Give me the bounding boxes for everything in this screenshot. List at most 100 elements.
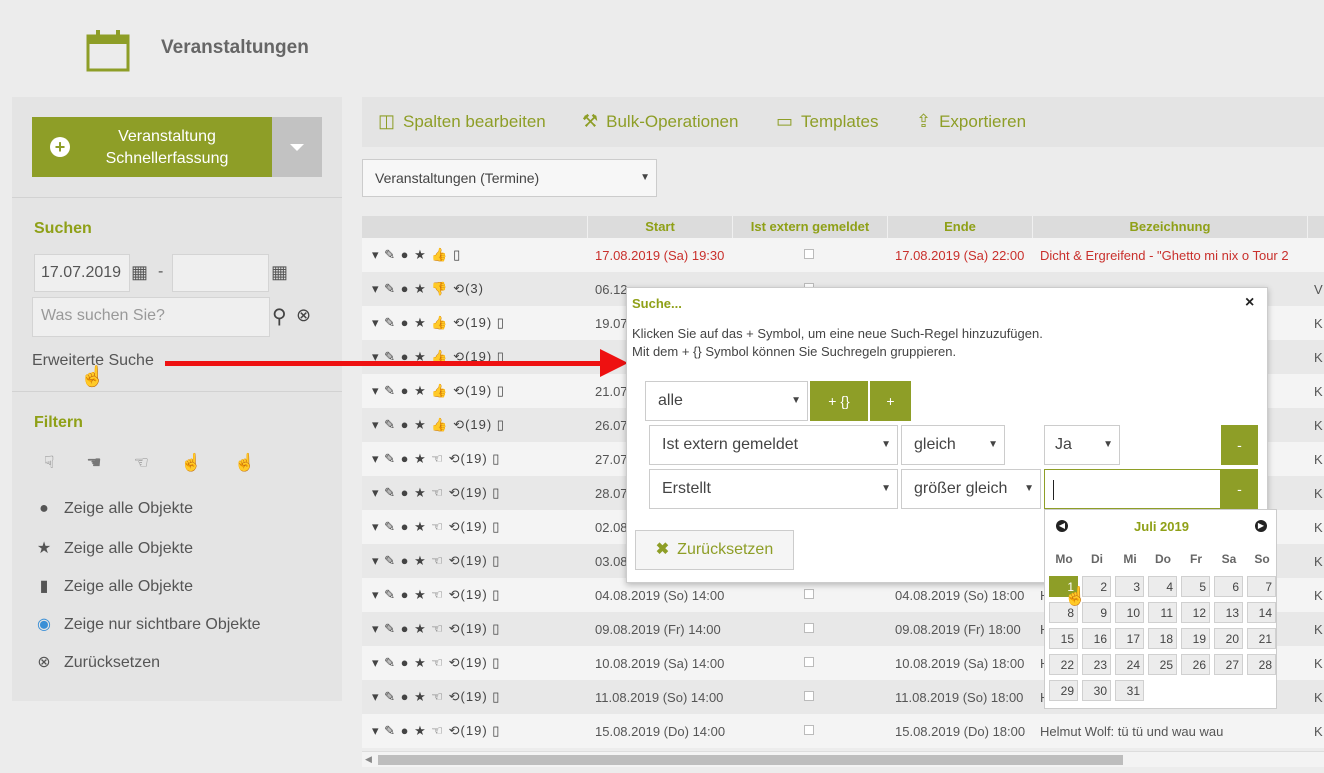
external-checkbox[interactable] — [804, 589, 814, 599]
calendar-day[interactable]: 24 — [1115, 654, 1144, 675]
rule-value-select[interactable]: Ja ▼ — [1044, 425, 1120, 465]
search-icon[interactable]: ⚲ — [272, 304, 287, 329]
calendar-day[interactable]: 19 — [1181, 628, 1210, 649]
quick-add-dropdown-button[interactable] — [272, 117, 322, 177]
calendar-day[interactable]: 15 — [1049, 628, 1078, 649]
hand-left-icon[interactable]: ☚ — [86, 453, 133, 472]
rule-operator-value: gleich — [914, 436, 956, 453]
clear-circle-icon[interactable]: ⊗ — [296, 305, 311, 326]
hand-up-icon[interactable]: ☝ — [181, 453, 234, 472]
row-action-icons[interactable]: ▾ ✎ ● ★ ☜ ⟲(19) ▯ — [372, 655, 500, 671]
calendar-small-icon[interactable]: ▦ — [131, 262, 148, 283]
calendar-day[interactable]: 10 — [1115, 602, 1144, 623]
next-month-icon[interactable]: ▶ — [1255, 520, 1267, 532]
calendar-day[interactable]: 4 — [1148, 576, 1177, 597]
row-action-icons[interactable]: ▾ ✎ ● ★ 👍 ⟲(19) ▯ — [372, 383, 505, 399]
hand-point-icon[interactable]: ☜ — [134, 453, 181, 472]
calendar-day[interactable]: 22 — [1049, 654, 1078, 675]
calendar-day[interactable]: 18 — [1148, 628, 1177, 649]
rating-filter-icons[interactable]: ☟☚☜☝☝ — [44, 453, 287, 473]
calendar-day[interactable]: 14 — [1247, 602, 1276, 623]
close-icon[interactable]: × — [1245, 294, 1254, 312]
cell-extra: K — [1314, 486, 1323, 501]
table-row[interactable]: ▾ ✎ ● ★ ☜ ⟲(19) ▯ 15.08.2019 (Do) 14:00 15… — [362, 714, 1324, 748]
column-header-start[interactable]: Start — [587, 216, 732, 238]
search-input[interactable]: Was suchen Sie? — [32, 297, 270, 337]
row-action-icons[interactable]: ▾ ✎ ● ★ ☜ ⟲(19) ▯ — [372, 723, 500, 739]
filter-visible[interactable]: ◉ Zeige nur sichtbare Objekte — [34, 614, 261, 634]
templates-button[interactable]: ▭ Templates — [776, 111, 879, 132]
scroll-left-icon[interactable]: ◀ — [365, 754, 372, 765]
view-select[interactable]: Veranstaltungen (Termine) ▼ — [362, 159, 657, 197]
calendar-day[interactable]: 11 — [1148, 602, 1177, 623]
row-action-icons[interactable]: ▾ ✎ ● ★ ☜ ⟲(19) ▯ — [372, 485, 500, 501]
rule-field-select[interactable]: Erstellt ▼ — [649, 469, 898, 509]
row-action-icons[interactable]: ▾ ✎ ● ★ 👎 ⟲(3) — [372, 281, 484, 297]
add-group-button[interactable]: + {} — [810, 381, 868, 421]
calendar-day[interactable]: 26 — [1181, 654, 1210, 675]
row-action-icons[interactable]: ▾ ✎ ● ★ ☜ ⟲(19) ▯ — [372, 587, 500, 603]
external-checkbox[interactable] — [804, 691, 814, 701]
row-action-icons[interactable]: ▾ ✎ ● ★ ☜ ⟲(19) ▯ — [372, 621, 500, 637]
reset-button[interactable]: ✖ Zurücksetzen — [635, 530, 794, 570]
filter-reset[interactable]: ⊗ Zurücksetzen — [34, 652, 160, 672]
rule-date-input[interactable] — [1044, 469, 1221, 509]
calendar-day[interactable]: 20 — [1214, 628, 1243, 649]
remove-rule-button[interactable]: - — [1221, 469, 1258, 509]
scrollbar-thumb[interactable] — [378, 755, 1123, 765]
calendar-day[interactable]: 31 — [1115, 680, 1144, 701]
calendar-day[interactable]: 28 — [1247, 654, 1276, 675]
calendar-day[interactable]: 30 — [1082, 680, 1111, 701]
row-action-icons[interactable]: ▾ ✎ ● ★ 👍 ▯ — [372, 247, 461, 263]
calendar-day[interactable]: 12 — [1181, 602, 1210, 623]
calendar-day[interactable]: 13 — [1214, 602, 1243, 623]
thumb-down-icon[interactable]: ☟ — [44, 453, 86, 472]
calendar-day[interactable]: 27 — [1214, 654, 1243, 675]
calendar-day[interactable]: 7 — [1247, 576, 1276, 597]
calendar-day[interactable]: 17 — [1115, 628, 1144, 649]
calendar-day[interactable]: 16 — [1082, 628, 1111, 649]
export-button[interactable]: ⇪ Exportieren — [916, 111, 1026, 132]
rule-field-select[interactable]: Ist extern gemeldet ▼ — [649, 425, 898, 465]
row-action-icons[interactable]: ▾ ✎ ● ★ ☜ ⟲(19) ▯ — [372, 451, 500, 467]
row-action-icons[interactable]: ▾ ✎ ● ★ ☜ ⟲(19) ▯ — [372, 519, 500, 535]
quick-add-button[interactable]: + Veranstaltung Schnellerfassung — [32, 117, 272, 177]
thumb-up-icon[interactable]: ☝ — [234, 453, 287, 472]
external-checkbox[interactable] — [804, 725, 814, 735]
calendar-day[interactable]: 3 — [1115, 576, 1144, 597]
date-from-input[interactable]: 17.07.2019 — [34, 254, 130, 292]
row-action-icons[interactable]: ▾ ✎ ● ★ ☜ ⟲(19) ▯ — [372, 553, 500, 569]
reset-icon: ⊗ — [37, 654, 51, 671]
calendar-small-icon[interactable]: ▦ — [271, 262, 288, 283]
remove-rule-button[interactable]: - — [1221, 425, 1258, 465]
bulk-operations-button[interactable]: ⚒ Bulk-Operationen — [582, 111, 738, 132]
calendar-day[interactable]: 29 — [1049, 680, 1078, 701]
column-header-end[interactable]: Ende — [887, 216, 1032, 238]
calendar-icon — [86, 28, 130, 72]
external-checkbox[interactable] — [804, 623, 814, 633]
edit-columns-button[interactable]: ◫ Spalten bearbeiten — [378, 111, 546, 132]
rule-operator-select[interactable]: gleich ▼ — [901, 425, 1005, 465]
table-row[interactable]: ▾ ✎ ● ★ 👍 ▯ 17.08.2019 (Sa) 19:30 17.08.20… — [362, 238, 1324, 272]
calendar-day[interactable]: 25 — [1148, 654, 1177, 675]
rule-operator-select[interactable]: größer gleich ▼ — [901, 469, 1041, 509]
calendar-day[interactable]: 6 — [1214, 576, 1243, 597]
date-picker: ◀ Juli 2019 ▶ Mo Di Mi Do Fr Sa So 1 2 3 4 5 6 7 8 9 10 1… — [1044, 509, 1277, 709]
column-header-name[interactable]: Bezeichnung — [1032, 216, 1307, 238]
group-condition-select[interactable]: alle ▼ — [645, 381, 808, 421]
horizontal-scrollbar[interactable]: ◀ — [362, 751, 1324, 767]
calendar-day[interactable]: 21 — [1247, 628, 1276, 649]
row-action-icons[interactable]: ▾ ✎ ● ★ ☜ ⟲(19) ▯ — [372, 689, 500, 705]
filter-star[interactable]: ★ Zeige alle Objekte — [34, 538, 193, 558]
external-checkbox[interactable] — [804, 249, 814, 259]
column-header-external[interactable]: Ist extern gemeldet — [732, 216, 887, 238]
filter-globe[interactable]: ● Zeige alle Objekte — [34, 500, 193, 518]
filter-bookmark[interactable]: ▮ Zeige alle Objekte — [34, 576, 193, 596]
calendar-day[interactable]: 23 — [1082, 654, 1111, 675]
row-action-icons[interactable]: ▾ ✎ ● ★ 👍 ⟲(19) ▯ — [372, 315, 505, 331]
calendar-day[interactable]: 5 — [1181, 576, 1210, 597]
external-checkbox[interactable] — [804, 657, 814, 667]
add-rule-button[interactable]: + — [870, 381, 911, 421]
date-to-input[interactable] — [172, 254, 269, 292]
row-action-icons[interactable]: ▾ ✎ ● ★ 👍 ⟲(19) ▯ — [372, 417, 505, 433]
